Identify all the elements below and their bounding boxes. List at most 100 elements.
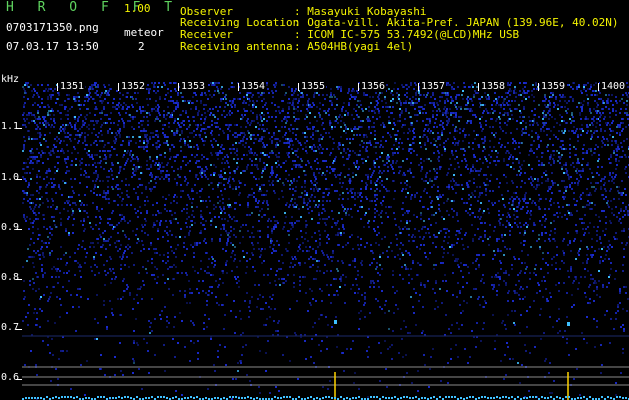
noise-pixel — [340, 90, 342, 92]
noise-pixel — [223, 228, 225, 230]
noise-pixel — [176, 196, 178, 198]
noise-pixel — [404, 226, 406, 228]
noise-pixel — [141, 192, 143, 194]
noise-pixel — [408, 102, 410, 104]
noise-pixel — [374, 166, 376, 168]
noise-pixel — [200, 130, 202, 132]
noise-pixel — [174, 118, 176, 120]
noise-pixel — [353, 108, 355, 110]
noise-pixel — [427, 182, 429, 184]
noise-pixel — [471, 100, 473, 102]
noise-pixel — [624, 168, 626, 170]
noise-pixel — [333, 142, 335, 144]
noise-pixel — [180, 168, 182, 170]
noise-pixel — [44, 152, 46, 154]
noise-pixel — [214, 90, 216, 92]
noise-pixel — [228, 206, 230, 208]
noise-pixel — [290, 138, 292, 140]
noise-pixel — [464, 108, 466, 110]
noise-pixel — [259, 188, 261, 190]
noise-pixel — [573, 82, 575, 84]
noise-pixel — [225, 178, 227, 180]
noise-pixel — [481, 192, 483, 194]
noise-pixel — [338, 116, 340, 118]
noise-pixel — [231, 218, 233, 220]
noise-pixel — [86, 94, 88, 96]
noise-pixel — [343, 164, 345, 166]
noise-pixel — [625, 194, 627, 196]
noise-pixel — [509, 230, 511, 232]
noise-pixel — [252, 100, 254, 102]
noise-pixel — [479, 158, 481, 160]
noise-pixel — [32, 168, 34, 170]
noise-pixel — [383, 170, 385, 172]
noise-pixel — [461, 160, 463, 162]
noise-pixel — [557, 138, 559, 140]
noise-pixel — [196, 206, 198, 208]
noise-pixel — [330, 152, 332, 154]
noise-pixel — [452, 154, 454, 156]
noise-pixel — [496, 178, 498, 180]
noise-pixel — [541, 182, 543, 184]
noise-pixel — [314, 116, 316, 118]
noise-pixel — [175, 82, 177, 84]
noise-pixel — [503, 100, 505, 102]
noise-pixel — [150, 166, 152, 168]
noise-pixel — [353, 118, 355, 120]
noise-pixel — [404, 94, 406, 96]
noise-pixel — [599, 120, 601, 122]
noise-pixel — [230, 86, 232, 88]
noise-pixel — [406, 88, 408, 90]
noise-pixel — [152, 204, 154, 206]
noise-pixel — [371, 110, 373, 112]
noise-pixel — [601, 140, 603, 142]
noise-pixel — [126, 204, 128, 206]
noise-pixel — [100, 160, 102, 162]
noise-pixel — [228, 166, 230, 168]
noise-pixel — [158, 140, 160, 142]
noise-pixel — [388, 206, 390, 208]
noise-pixel — [573, 198, 575, 200]
noise-pixel — [355, 128, 357, 130]
noise-pixel — [500, 146, 502, 148]
noise-pixel — [524, 194, 526, 196]
noise-pixel — [293, 106, 295, 108]
noise-pixel — [421, 178, 423, 180]
noise-pixel — [351, 216, 353, 218]
noise-pixel — [304, 174, 306, 176]
noise-pixel — [194, 222, 196, 224]
noise-pixel — [345, 128, 347, 130]
noise-pixel — [577, 182, 579, 184]
noise-pixel — [368, 106, 370, 108]
noise-pixel — [590, 182, 592, 184]
noise-pixel — [41, 196, 43, 198]
noise-pixel — [357, 196, 359, 198]
noise-pixel — [494, 202, 496, 204]
noise-pixel — [99, 96, 101, 98]
noise-pixel — [515, 92, 517, 94]
noise-pixel — [530, 210, 532, 212]
noise-pixel — [132, 118, 134, 120]
noise-pixel — [98, 210, 100, 212]
noise-pixel — [137, 168, 139, 170]
noise-pixel — [235, 186, 237, 188]
noise-pixel — [36, 162, 38, 164]
noise-pixel — [269, 152, 271, 154]
noise-pixel — [390, 92, 392, 94]
noise-pixel — [616, 164, 618, 166]
noise-pixel — [374, 194, 376, 196]
noise-pixel — [233, 216, 235, 218]
noise-pixel — [90, 190, 92, 192]
noise-pixel — [100, 118, 102, 120]
noise-pixel — [547, 128, 549, 130]
noise-pixel — [407, 170, 409, 172]
noise-pixel — [402, 124, 404, 126]
noise-pixel — [479, 208, 481, 210]
noise-pixel — [300, 216, 302, 218]
noise-pixel — [507, 142, 509, 144]
noise-pixel — [253, 102, 255, 104]
noise-pixel — [242, 116, 244, 118]
noise-pixel — [412, 104, 414, 106]
noise-pixel — [450, 102, 452, 104]
noise-pixel — [91, 132, 93, 134]
